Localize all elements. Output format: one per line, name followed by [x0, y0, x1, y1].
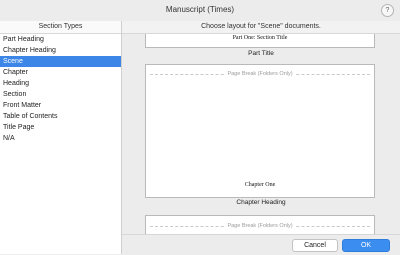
section-type-front-matter[interactable]: Front Matter: [0, 100, 121, 111]
section-type-heading[interactable]: Heading: [0, 78, 121, 89]
section-types-header: Section Types: [0, 21, 121, 34]
dialog-footer: Cancel OK: [122, 234, 400, 255]
cancel-button[interactable]: Cancel: [292, 239, 338, 252]
help-button[interactable]: ?: [381, 4, 394, 17]
page-break-label: Page Break (Folders Only): [225, 71, 295, 77]
layout-option-next[interactable]: Page Break (Folders Only): [145, 215, 375, 234]
layout-preview-list[interactable]: Part One: Section Title Part Title Page …: [122, 34, 400, 234]
section-type-section[interactable]: Section: [0, 89, 121, 100]
section-type-table-of-contents[interactable]: Table of Contents: [0, 111, 121, 122]
section-type-part-heading[interactable]: Part Heading: [0, 34, 121, 45]
layout-name-part-title: Part Title: [248, 50, 274, 57]
section-type-scene[interactable]: Scene: [0, 56, 121, 67]
section-type-title-page[interactable]: Title Page: [0, 122, 121, 133]
page-heading-text: Part One: Section Title: [232, 35, 288, 41]
section-type-chapter-heading[interactable]: Chapter Heading: [0, 45, 121, 56]
page-break-line: Page Break (Folders Only): [150, 71, 370, 77]
page-break-line: Page Break (Folders Only): [150, 223, 370, 229]
layout-chooser-header: Choose layout for "Scene" documents.: [122, 21, 400, 34]
section-type-na[interactable]: N/A: [0, 133, 121, 144]
section-types-panel: Section Types Part Heading Chapter Headi…: [0, 21, 122, 254]
window-title: Manuscript (Times): [165, 5, 235, 14]
title-bar: Manuscript (Times) ?: [0, 0, 400, 22]
layout-option-chapter-heading[interactable]: Page Break (Folders Only) Chapter One: [145, 64, 375, 198]
layout-option-part-title[interactable]: Part One: Section Title: [145, 34, 375, 48]
page-heading-text: Chapter One: [244, 182, 276, 188]
help-icon: ?: [385, 7, 390, 14]
ok-button[interactable]: OK: [342, 239, 390, 252]
section-type-chapter[interactable]: Chapter: [0, 67, 121, 78]
page-break-label: Page Break (Folders Only): [225, 223, 295, 229]
section-types-list: Part Heading Chapter Heading Scene Chapt…: [0, 34, 121, 144]
layout-name-chapter-heading: Chapter Heading: [236, 199, 286, 206]
